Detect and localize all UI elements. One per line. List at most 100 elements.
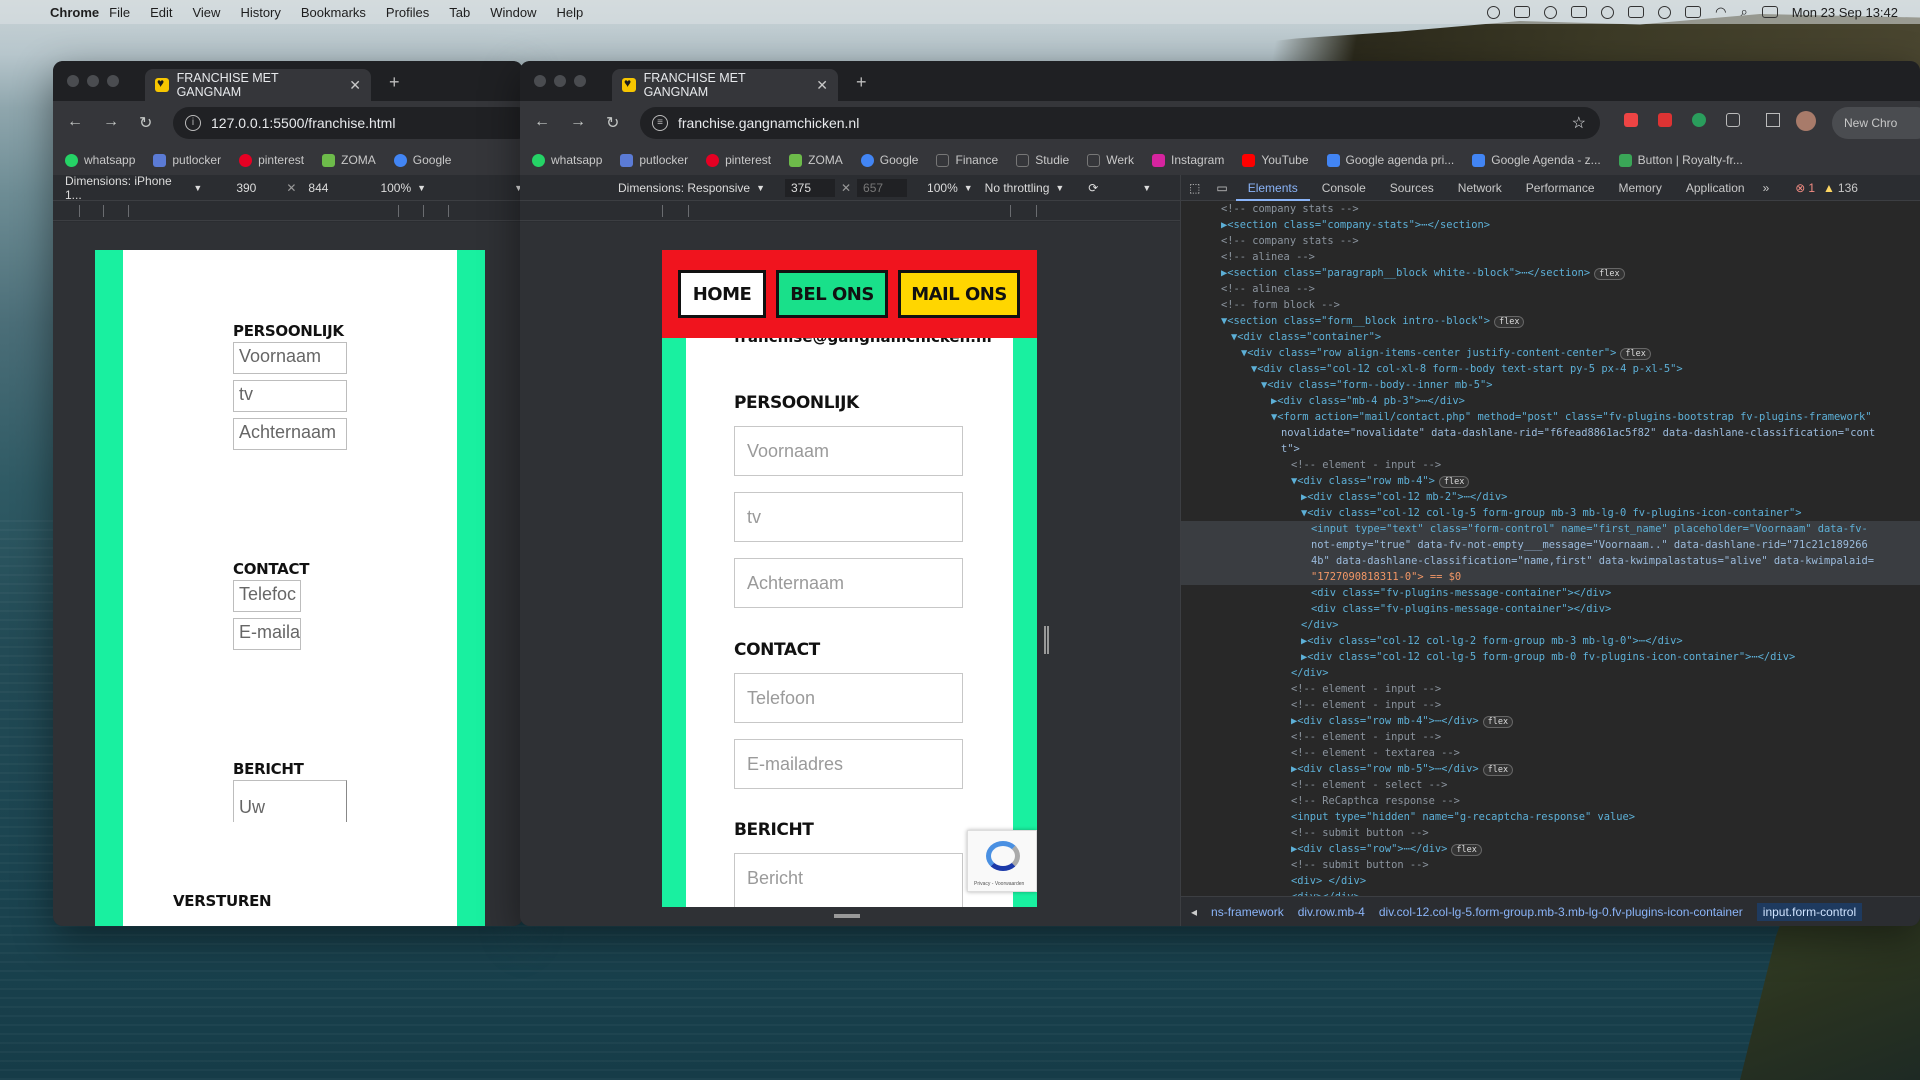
dom-tree-line[interactable]: ▼<div class="row mb-4"> flex — [1181, 473, 1920, 489]
back-icon[interactable]: ← — [534, 113, 550, 131]
dom-tree-line[interactable]: ▼<div class="container"> — [1181, 329, 1920, 345]
minimize-window-button[interactable] — [87, 75, 99, 87]
menu-clock[interactable]: Mon 23 Sep 13:42 — [1792, 5, 1898, 20]
dom-tree-line[interactable]: 4b" data-dashlane-classification="name,f… — [1181, 553, 1920, 569]
address-bar[interactable]: i 127.0.0.1:5500/franchise.html — [173, 107, 523, 139]
tab-franchise-local[interactable]: FRANCHISE MET GANGNAM ✕ — [145, 69, 371, 101]
extensions-puzzle-icon[interactable] — [1726, 113, 1740, 127]
battery-icon[interactable] — [1685, 6, 1702, 18]
more-options-icon[interactable]: ▼ — [1142, 183, 1151, 193]
inspect-element-icon[interactable]: ⬚ — [1181, 181, 1208, 195]
bookmark-zoma[interactable]: ZOMA — [322, 153, 376, 167]
dom-tree-line[interactable]: ▶<div class="col-12 mb-2">⋯</div> — [1181, 489, 1920, 505]
menu-help[interactable]: Help — [557, 5, 584, 20]
menu-tab[interactable]: Tab — [449, 5, 470, 20]
device-toggle-icon[interactable]: ▭ — [1208, 181, 1235, 195]
dom-tree-line[interactable]: <!-- submit button --> — [1181, 825, 1920, 841]
throttling-dropdown[interactable]: No throttling — [985, 181, 1050, 195]
bookmark-google[interactable]: Google — [860, 153, 918, 167]
bookmark-putlocker[interactable]: putlocker — [153, 153, 221, 167]
chevron-down-icon[interactable]: ▼ — [1055, 183, 1064, 193]
menu-bookmarks[interactable]: Bookmarks — [301, 5, 366, 20]
flex-badge[interactable]: flex — [1438, 476, 1470, 488]
reload-icon[interactable]: ↻ — [606, 113, 619, 133]
dom-tree-line[interactable]: "1727090818311-0"> == $0 — [1181, 569, 1920, 585]
bookmark-star-icon[interactable]: ☆ — [1572, 113, 1586, 133]
nav-home-button[interactable]: HOME — [678, 270, 766, 318]
menu-history[interactable]: History — [240, 5, 280, 20]
dom-tree-line[interactable]: ▶<div class="row mb-4">⋯</div> flex — [1181, 713, 1920, 729]
tv-input[interactable]: tv — [734, 492, 963, 542]
flex-badge[interactable]: flex — [1594, 268, 1625, 280]
bookmark-whatsapp[interactable]: whatsapp — [532, 153, 602, 167]
device-height-input[interactable]: 657 — [857, 178, 908, 197]
chevron-down-icon[interactable]: ▼ — [964, 183, 973, 193]
dom-tree-line[interactable]: ▶<div class="mb-4 pb-3">⋯</div> — [1181, 393, 1920, 409]
tab-franchise-live[interactable]: FRANCHISE MET GANGNAM ✕ — [612, 69, 838, 101]
email-input[interactable]: E-maila — [233, 618, 301, 650]
dom-tree-line[interactable]: <div></div> — [1181, 889, 1920, 896]
device-width-input[interactable]: 375 — [784, 178, 835, 197]
telefoon-input[interactable]: Telefoon — [734, 673, 963, 723]
menu-window[interactable]: Window — [490, 5, 536, 20]
extension-icon[interactable] — [1624, 113, 1638, 127]
dimensions-dropdown[interactable]: Dimensions: iPhone 1... — [65, 174, 187, 202]
dom-tree-line[interactable]: </div> — [1181, 665, 1920, 681]
dom-tree-line[interactable]: <!-- company stats --> — [1181, 233, 1920, 249]
reading-list-icon[interactable] — [1766, 113, 1780, 127]
bookmark-pinterest[interactable]: pinterest — [239, 153, 304, 167]
error-count[interactable]: 1 — [1808, 181, 1815, 195]
site-settings-icon[interactable]: ≡ — [652, 115, 668, 131]
tab-network[interactable]: Network — [1446, 175, 1514, 201]
dom-tree-line[interactable]: <!-- company stats --> — [1181, 201, 1920, 217]
elements-tree[interactable]: <!-- company stats --> ▶<section class="c… — [1181, 201, 1920, 896]
bookmark-instagram[interactable]: Instagram — [1152, 153, 1224, 167]
rotate-icon[interactable]: ⟳ — [1088, 181, 1098, 195]
breadcrumb-item[interactable]: div.row.mb-4 — [1298, 905, 1365, 919]
tab-sources[interactable]: Sources — [1378, 175, 1446, 201]
extension-icon[interactable] — [1658, 113, 1672, 127]
dom-tree-line[interactable]: <div class="fv-plugins-message-container… — [1181, 601, 1920, 617]
dom-tree-line[interactable]: </div> — [1181, 617, 1920, 633]
bottom-resize-handle[interactable] — [834, 914, 860, 918]
new-tab-button[interactable]: + — [389, 72, 400, 93]
flex-badge[interactable]: flex — [1494, 316, 1525, 328]
bericht-textarea[interactable]: Bericht — [734, 853, 963, 907]
dom-tree-line[interactable]: <input type="hidden" name="g-recaptcha-r… — [1181, 809, 1920, 825]
status-icon[interactable] — [1487, 5, 1501, 19]
versturen-button[interactable]: VERSTUREN — [173, 892, 272, 910]
cloud-icon[interactable] — [1514, 6, 1531, 18]
dom-tree-line[interactable]: ▼<form action="mail/contact.php" method=… — [1181, 409, 1920, 425]
reload-icon[interactable]: ↻ — [139, 113, 152, 133]
bookmark-putlocker[interactable]: putlocker — [620, 153, 688, 167]
calendar-icon[interactable] — [1571, 6, 1588, 18]
dom-tree-line[interactable]: ▼<div class="form--body--inner mb-5"> — [1181, 377, 1920, 393]
zoom-dropdown[interactable]: 100% — [927, 181, 958, 195]
flex-badge[interactable]: flex — [1620, 348, 1651, 360]
dom-tree-line[interactable]: <!-- element - input --> — [1181, 457, 1920, 473]
dom-tree-line[interactable]: t"> — [1181, 441, 1920, 457]
bookmark-studie[interactable]: Studie — [1016, 153, 1069, 167]
tab-console[interactable]: Console — [1310, 175, 1378, 201]
recaptcha-terms[interactable]: Privacy - Voorwaarden — [974, 881, 1024, 887]
dom-tree-line[interactable]: <input type="text" class="form-control" … — [1181, 521, 1920, 537]
dom-tree-line[interactable]: <!-- alinea --> — [1181, 281, 1920, 297]
bericht-textarea[interactable]: Uw — [233, 780, 347, 822]
bookmark-google[interactable]: Google — [393, 153, 451, 167]
wifi-icon[interactable]: ◠ — [1715, 4, 1726, 20]
tab-elements[interactable]: Elements — [1235, 175, 1310, 201]
tab-memory[interactable]: Memory — [1607, 175, 1674, 201]
bookmark-youtube[interactable]: YouTube — [1242, 153, 1309, 167]
dom-tree-line[interactable]: <!-- element - input --> — [1181, 697, 1920, 713]
nav-bel-ons-button[interactable]: BEL ONS — [776, 270, 888, 318]
breadcrumb-item[interactable]: ns-framework — [1211, 905, 1284, 919]
dom-tree-line[interactable]: ▶<section class="company-stats">⋯</secti… — [1181, 217, 1920, 233]
warning-count[interactable]: 136 — [1838, 181, 1858, 195]
close-tab-icon[interactable]: ✕ — [816, 77, 828, 94]
telefoon-input[interactable]: Telefoc — [233, 580, 301, 612]
menu-edit[interactable]: Edit — [150, 5, 172, 20]
chevron-down-icon[interactable]: ▼ — [756, 183, 765, 193]
address-bar[interactable]: ≡ franchise.gangnamchicken.nl ☆ — [640, 107, 1600, 139]
tab-application[interactable]: Application — [1674, 175, 1757, 201]
dom-tree-line[interactable]: <!-- element - textarea --> — [1181, 745, 1920, 761]
